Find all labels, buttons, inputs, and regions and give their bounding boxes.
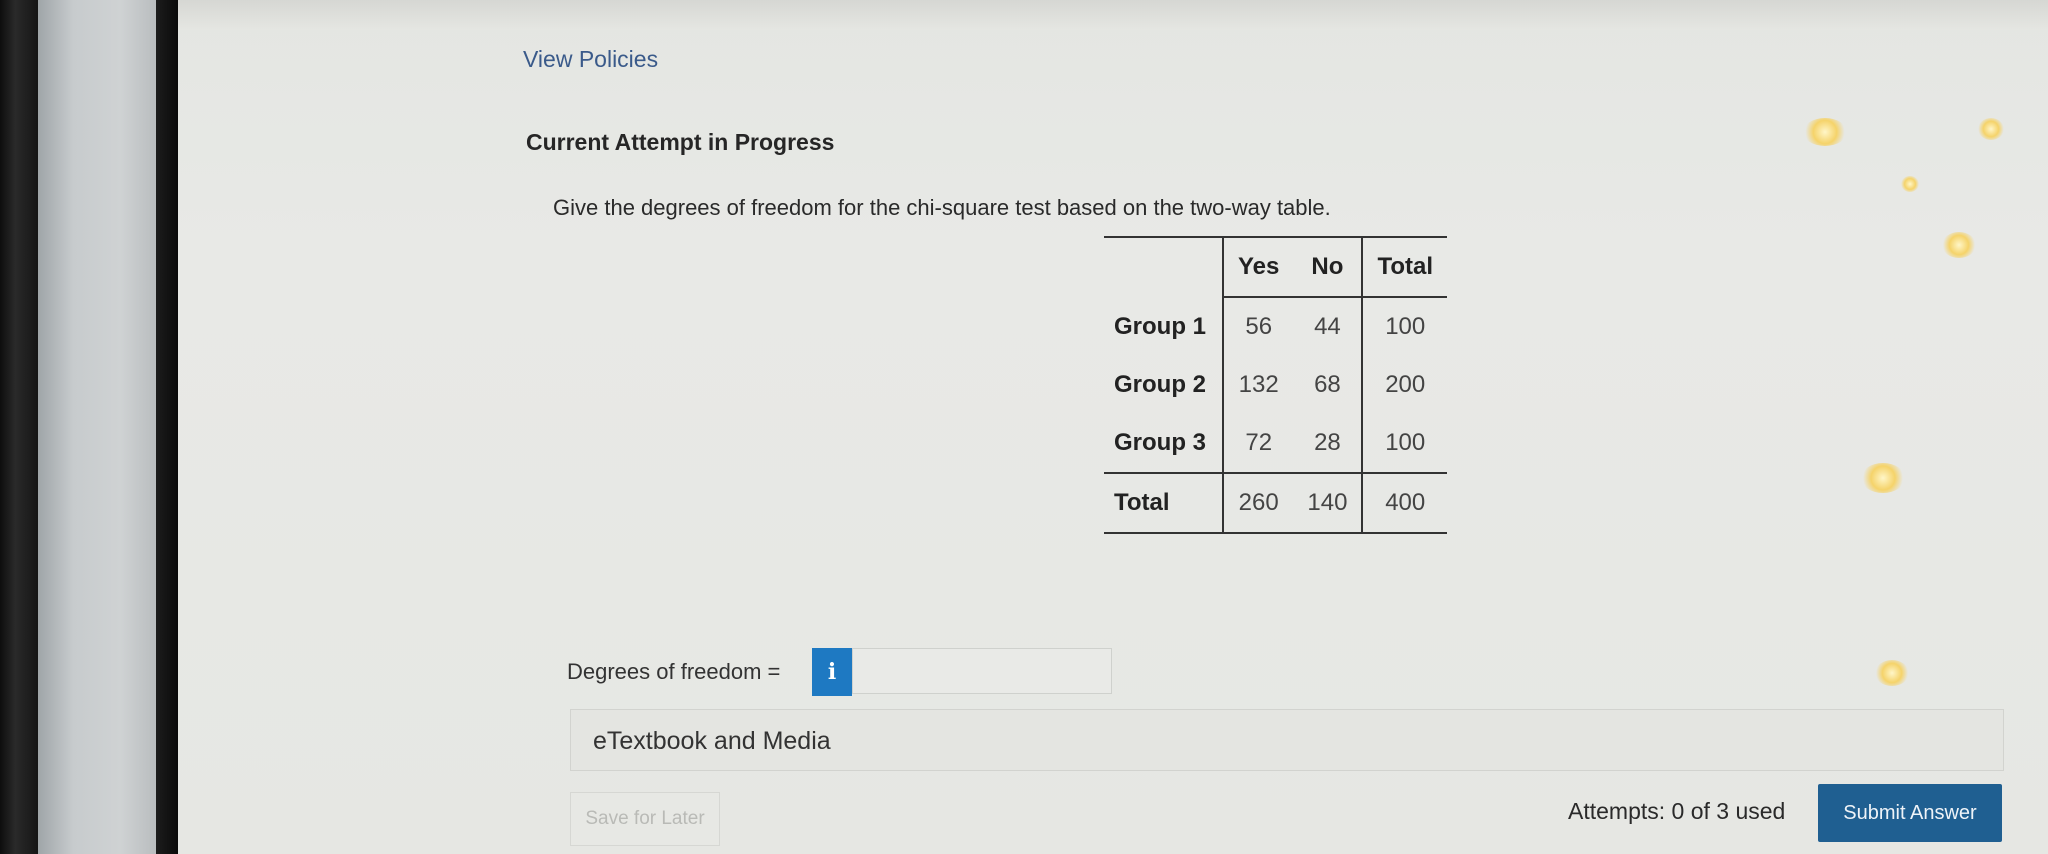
table-cell: 100 <box>1361 297 1447 356</box>
monitor-bezel <box>0 0 38 854</box>
table-cell: 200 <box>1361 356 1447 414</box>
table-cell: 28 <box>1314 429 1341 456</box>
submit-answer-button[interactable]: Submit Answer <box>1818 784 2002 842</box>
etextbook-label: eTextbook and Media <box>593 727 831 755</box>
light-reflection <box>1861 463 1905 493</box>
table-cell: 132 <box>1221 356 1294 414</box>
info-icon[interactable]: i <box>812 648 852 696</box>
table-cell: 72 <box>1221 414 1294 473</box>
light-reflection <box>1978 118 2004 140</box>
table-cell: 400 <box>1361 472 1447 534</box>
sidebar-panel <box>38 0 156 854</box>
table-header-cell: No <box>1293 236 1363 298</box>
row-label: Group 2 <box>1114 371 1207 398</box>
table-cell: 68 <box>1314 371 1341 398</box>
light-reflection <box>1901 176 1919 192</box>
degrees-of-freedom-input[interactable] <box>852 648 1112 694</box>
light-reflection <box>1942 232 1976 258</box>
table-corner-cell <box>1104 236 1223 297</box>
top-band <box>178 0 2048 30</box>
attempt-heading: Current Attempt in Progress <box>526 129 835 155</box>
table-header-cell: Total <box>1361 236 1447 298</box>
light-reflection <box>1803 118 1847 146</box>
attempts-counter: Attempts: 0 of 3 used <box>1568 798 1786 824</box>
row-label: Group 3 <box>1114 429 1207 456</box>
table-cell: 44 <box>1314 313 1341 340</box>
row-label: Group 1 <box>1114 312 1207 340</box>
table-cell: 56 <box>1221 297 1294 356</box>
degrees-of-freedom-label: Degrees of freedom = <box>567 659 781 684</box>
table-header-cell: Yes <box>1221 236 1294 298</box>
question-text: Give the degrees of freedom for the chi-… <box>553 195 1331 220</box>
light-reflection <box>1875 660 1909 686</box>
table-row: Group 2 132 68 200 <box>1104 356 1447 414</box>
two-way-table: Yes No Total Group 1 56 44 100 Group 2 1… <box>1104 236 1447 534</box>
table-row: Group 1 56 44 100 <box>1104 297 1447 356</box>
table-cell: 140 <box>1293 472 1363 534</box>
table-row: Group 3 72 28 100 <box>1104 414 1447 473</box>
table-cell: 100 <box>1361 414 1447 473</box>
view-policies-link[interactable]: View Policies <box>523 46 658 73</box>
etextbook-media-bar[interactable]: eTextbook and Media <box>570 709 2004 771</box>
table-header-row: Yes No Total <box>1104 236 1447 298</box>
row-label: Total <box>1104 472 1223 534</box>
panel-divider <box>156 0 178 854</box>
table-total-row: Total 260 140 400 <box>1104 472 1447 534</box>
save-for-later-button[interactable]: Save for Later <box>570 792 720 846</box>
table-cell: 260 <box>1221 472 1294 534</box>
assignment-page: View Policies Current Attempt in Progres… <box>178 0 2048 854</box>
